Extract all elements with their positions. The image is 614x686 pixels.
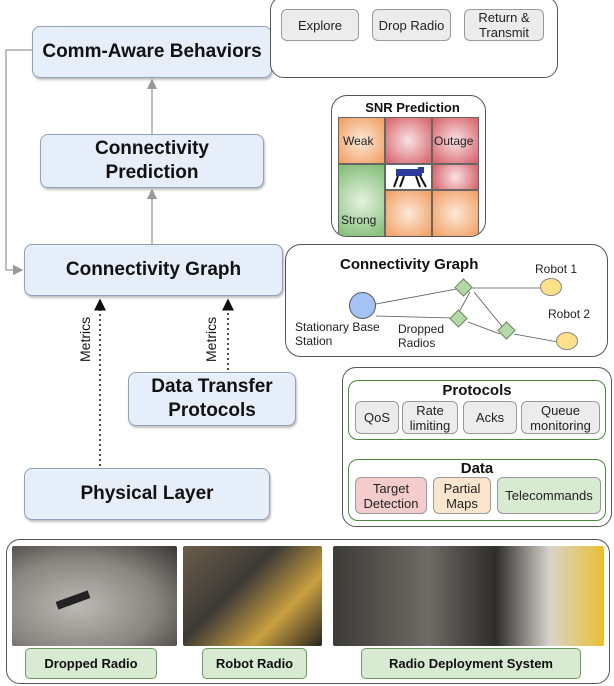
snr-panel: SNR Prediction Weak Outage Strong	[331, 95, 486, 237]
protocol-queue-monitoring: Queue monitoring	[521, 401, 600, 434]
label-robot-radio: Robot Radio	[202, 648, 307, 679]
dropped-radio-photo	[12, 546, 177, 646]
step-return-transmit: Return & Transmit	[464, 9, 544, 41]
data-title: Data	[460, 460, 494, 477]
conn-graph-title: Connectivity Graph	[340, 256, 479, 273]
snr-cell	[432, 164, 479, 190]
metrics-label-protocols: Metrics	[203, 316, 219, 362]
data-partial-maps: Partial Maps	[433, 477, 491, 514]
snr-grid: Weak Outage Strong	[338, 117, 480, 236]
feedback-arrow	[5, 49, 32, 276]
protocols-title: Protocols	[442, 382, 512, 399]
base-station-node	[349, 292, 376, 319]
layer-physical: Physical Layer	[24, 468, 270, 520]
step-drop-radio: Drop Radio	[372, 9, 451, 41]
snr-cell-outage: Outage	[432, 117, 479, 164]
label-radio-deployment-system: Radio Deployment System	[361, 648, 581, 679]
robot-dog-icon	[385, 164, 432, 190]
step-explore: Explore	[281, 9, 359, 41]
base-station-label: Stationary Base Station	[295, 320, 380, 348]
snr-cell-strong: Strong	[338, 164, 385, 236]
layer-connectivity-graph: Connectivity Graph	[24, 244, 283, 296]
diagram: Comm-Aware Behaviors Connectivity Predic…	[0, 0, 614, 686]
protocol-qos: QoS	[355, 401, 399, 434]
robot2-label: Robot 2	[548, 307, 591, 321]
robot2-node	[556, 332, 578, 350]
protocol-rate-limiting: Rate limiting	[402, 401, 458, 434]
protocol-acks: Acks	[463, 401, 517, 434]
snr-cell-weak: Weak	[338, 117, 385, 164]
robot1-label: Robot 1	[535, 262, 578, 276]
layer-data-transfer-protocols: Data Transfer Protocols	[128, 372, 296, 426]
dropped-radios-label: Dropped Radios	[398, 322, 445, 350]
layer-connectivity-prediction: Connectivity Prediction	[40, 134, 264, 188]
robot1-node	[540, 278, 562, 296]
snr-cell	[385, 117, 432, 164]
label-dropped-radio: Dropped Radio	[25, 648, 157, 679]
snr-title: SNR Prediction	[365, 100, 460, 115]
snr-cell	[385, 190, 432, 236]
data-target-detection: Target Detection	[355, 477, 427, 514]
metrics-label-physical: Metrics	[77, 316, 93, 362]
radio-deployment-photo	[333, 546, 604, 646]
snr-cell	[432, 190, 479, 236]
robot-radio-photo	[183, 546, 322, 646]
data-telecommands: Telecommands	[497, 477, 601, 514]
layer-comm-aware-behaviors: Comm-Aware Behaviors	[32, 26, 272, 78]
